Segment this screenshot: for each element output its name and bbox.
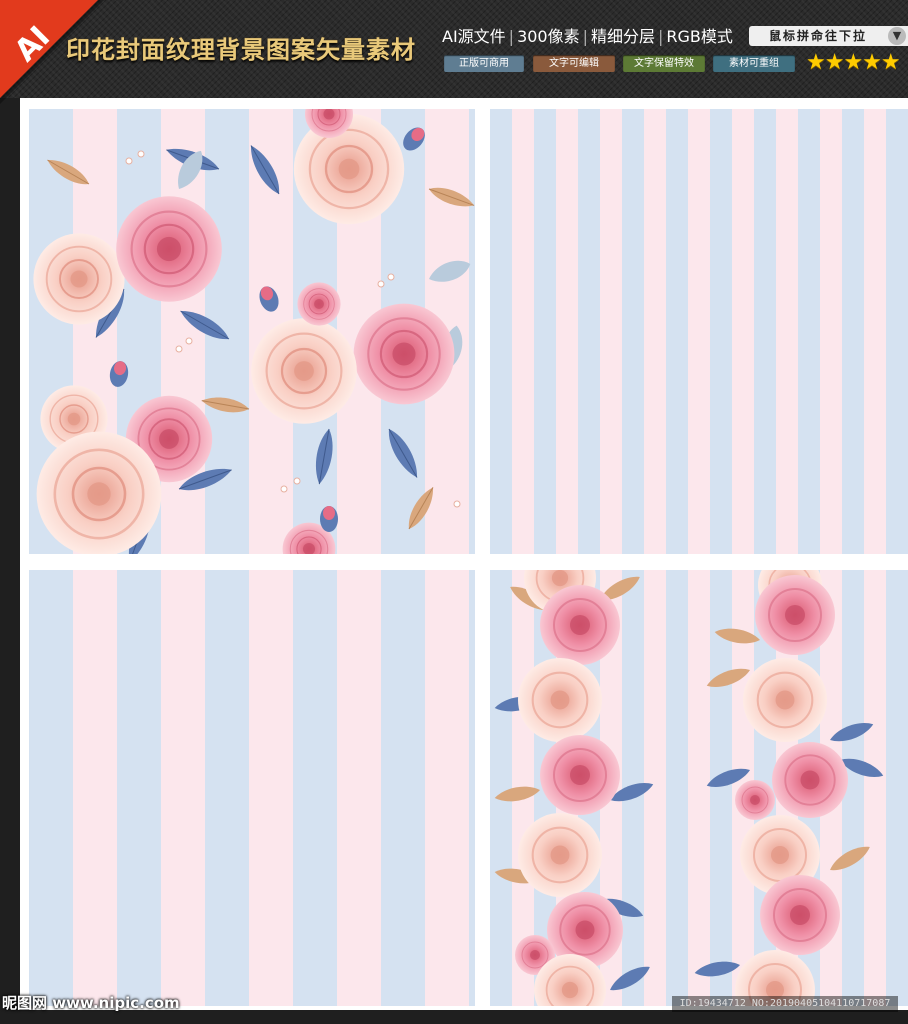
- rating-stars: ★★★★★: [806, 50, 901, 75]
- scroll-down-hint[interactable]: 鼠标拼命往下拉 ▼: [749, 26, 908, 46]
- image-id-label: ID:19434712 NO:20190405104110717087: [672, 996, 898, 1012]
- chevron-down-icon[interactable]: ▼: [888, 27, 906, 45]
- spec-separator: |: [658, 27, 664, 46]
- spec-item: RGB模式: [666, 27, 733, 46]
- plain-stripe-panel-wide: [29, 570, 475, 1006]
- page-title: 印花封面纹理背景图案矢量素材: [66, 36, 416, 64]
- floral-border-panel: [490, 570, 908, 1006]
- spec-separator: |: [582, 27, 588, 46]
- left-floral-border: [493, 570, 656, 1006]
- tag-commercial: 正版可商用: [444, 55, 524, 72]
- floral-pattern-art: [32, 109, 475, 554]
- floral-border-art: [493, 570, 886, 1006]
- spec-item: AI源文件: [442, 27, 506, 46]
- scroll-down-label: 鼠标拼命往下拉: [769, 29, 868, 43]
- watermark-logo: 昵图网 www.nipic.com: [2, 994, 180, 1012]
- spec-item: 精细分层: [591, 27, 656, 46]
- spec-separator: |: [508, 27, 515, 46]
- tag-text-effects: 文字保留特效: [623, 55, 705, 72]
- right-floral-border: [693, 570, 886, 1006]
- plain-stripe-panel-narrow: [490, 109, 908, 554]
- tag-editable-text: 文字可编辑: [533, 55, 615, 72]
- floral-pattern-panel: [29, 109, 475, 554]
- spec-list: AI源文件 | 300像素 | 精细分层 | RGB模式: [442, 23, 733, 47]
- spec-item: 300像素: [517, 27, 580, 46]
- tag-reorganize: 素材可重组: [713, 55, 795, 72]
